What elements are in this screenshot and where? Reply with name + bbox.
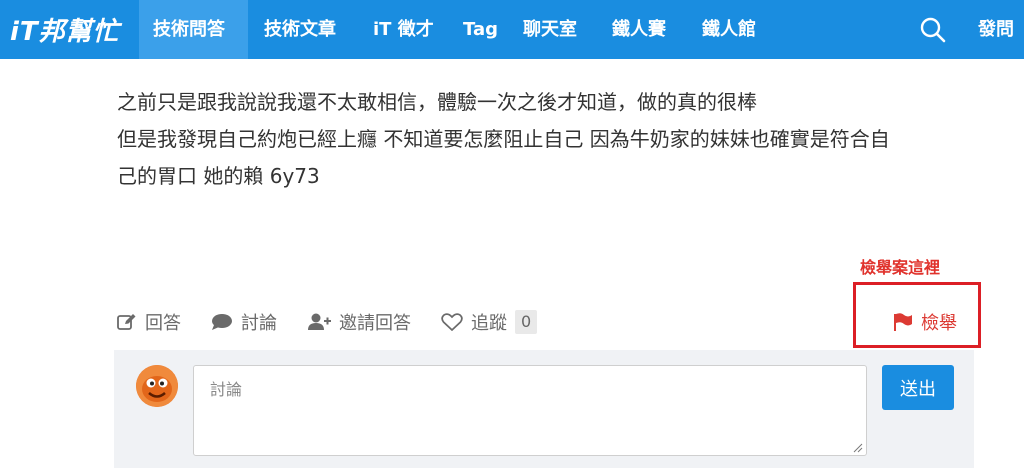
nav-item-tech-articles[interactable]: 技術文章 (250, 0, 350, 59)
nav-item-tech-qa[interactable]: 技術問答 (139, 0, 248, 59)
add-user-icon (308, 313, 331, 330)
top-nav: iT邦幫忙 技術問答 技術文章 iT 徵才 Tag 聊天室 鐵人賽 鐵人館 發問 (0, 0, 1024, 59)
post-question-button[interactable]: 發問 (978, 0, 1014, 59)
follow-count-badge: 0 (515, 310, 538, 334)
discuss-label: 討論 (241, 313, 277, 334)
discussion-input[interactable] (193, 365, 867, 456)
nav-item-jobs[interactable]: iT 徵才 (359, 0, 448, 59)
report-annotation: 檢舉案這裡 (860, 258, 941, 277)
resize-grip-icon[interactable] (853, 443, 863, 453)
heart-icon (441, 313, 463, 331)
report-button[interactable]: 檢舉 (893, 309, 957, 335)
answer-button[interactable]: 回答 (117, 309, 181, 335)
report-label: 檢舉 (921, 313, 957, 334)
comment-icon (212, 314, 232, 330)
body-line: 己的胃口 她的賴 6y73 (117, 164, 320, 188)
nav-item-tag[interactable]: Tag (449, 0, 512, 59)
nav-item-chatroom[interactable]: 聊天室 (509, 0, 591, 59)
nav-item-ironman-hall[interactable]: 鐵人館 (688, 0, 770, 59)
invite-answer-button[interactable]: 邀請回答 (307, 309, 411, 335)
avatar[interactable] (136, 365, 178, 407)
follow-label: 追蹤 (471, 313, 507, 334)
body-line: 但是我發現自己約炮已經上癮 不知道要怎麼阻止自己 因為牛奶家的妹妹也確實是符合自 (117, 127, 890, 151)
invite-answer-label: 邀請回答 (339, 313, 411, 334)
avatar-image (136, 365, 178, 407)
answer-body: 之前只是跟我說說我還不太敢相信，體驗一次之後才知道，做的真的很棒 但是我發現自己… (117, 84, 987, 195)
body-line: 之前只是跟我說說我還不太敢相信，體驗一次之後才知道，做的真的很棒 (117, 90, 757, 114)
answer-label: 回答 (145, 313, 181, 334)
flag-icon (894, 313, 912, 331)
action-bar: 回答 討論 邀請回答 追蹤 0 (117, 309, 567, 335)
submit-button[interactable]: 送出 (882, 365, 954, 410)
logo[interactable]: iT邦幫忙 (10, 12, 120, 47)
follow-button[interactable]: 追蹤 0 (441, 309, 538, 335)
edit-icon (117, 314, 136, 330)
discuss-button[interactable]: 討論 (211, 309, 277, 335)
logo-text: iT邦幫忙 (10, 16, 120, 47)
nav-item-ironman[interactable]: 鐵人賽 (598, 0, 680, 59)
search-icon[interactable] (919, 16, 947, 44)
